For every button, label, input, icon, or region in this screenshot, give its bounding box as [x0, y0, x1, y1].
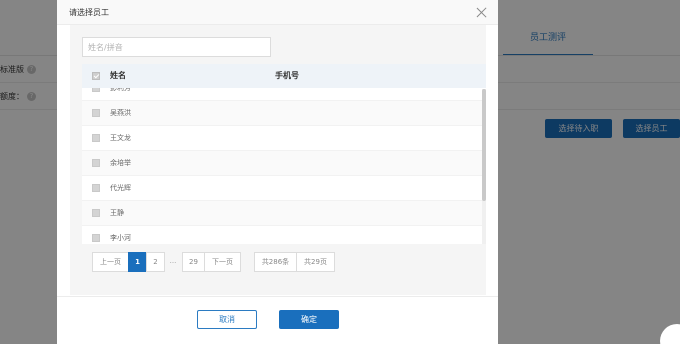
employee-name: 吴燕洪	[110, 109, 131, 117]
row-checkbox[interactable]	[92, 159, 100, 167]
prev-page-button[interactable]: 上一页	[92, 252, 129, 272]
employee-name: 李小河	[110, 234, 131, 242]
table-row[interactable]: 王静	[82, 201, 486, 226]
row-checkbox[interactable]	[92, 88, 100, 92]
dialog-body: 姓名 手机号 彭利芳 吴燕洪 王文龙 余培举	[70, 25, 486, 295]
table-row[interactable]: 王文龙	[82, 126, 486, 151]
table-row[interactable]: 代光辉	[82, 176, 486, 201]
search-input[interactable]	[82, 37, 271, 57]
next-page-button[interactable]: 下一页	[204, 252, 241, 272]
total-records: 共286条	[254, 252, 297, 272]
employee-name: 王文龙	[110, 134, 131, 142]
employee-table: 姓名 手机号 彭利芳 吴燕洪 王文龙 余培举 代光辉 王静 李小河	[82, 64, 486, 244]
row-checkbox[interactable]	[92, 234, 100, 242]
dialog-title: 请选择员工	[69, 8, 109, 17]
employee-name: 余培举	[110, 159, 131, 167]
row-checkbox[interactable]	[92, 209, 100, 217]
employee-name: 代光辉	[110, 184, 131, 192]
employee-name: 彭利芳	[110, 88, 131, 92]
pagination-ellipsis: ...	[169, 257, 177, 265]
page-1-button[interactable]: 1	[128, 252, 147, 272]
total-pages: 共29页	[296, 252, 335, 272]
row-checkbox[interactable]	[92, 184, 100, 192]
last-page-button[interactable]: 29	[182, 252, 205, 272]
table-row[interactable]: 李小河	[82, 226, 486, 244]
pagination: 上一页 1 2 ... 29 下一页 共286条 共29页	[92, 252, 335, 272]
table-row[interactable]: 彭利芳	[82, 88, 486, 101]
table-row[interactable]: 吴燕洪	[82, 101, 486, 126]
select-employee-dialog: 请选择员工 姓名 手机号 彭利芳 吴燕洪 王文	[57, 0, 498, 344]
page-2-button[interactable]: 2	[146, 252, 165, 272]
row-checkbox[interactable]	[92, 134, 100, 142]
table-body: 彭利芳 吴燕洪 王文龙 余培举 代光辉 王静 李小河	[82, 88, 486, 244]
row-checkbox[interactable]	[92, 109, 100, 117]
table-row[interactable]: 余培举	[82, 151, 486, 176]
dialog-header: 请选择员工	[57, 0, 498, 25]
cancel-button[interactable]: 取消	[197, 310, 257, 329]
confirm-button[interactable]: 确定	[279, 310, 339, 329]
table-header: 姓名 手机号	[82, 64, 486, 88]
table-scrollbar-thumb[interactable]	[482, 89, 486, 201]
select-all-checkbox[interactable]	[92, 72, 100, 80]
column-header-name: 姓名	[110, 71, 126, 80]
close-icon[interactable]	[476, 6, 488, 18]
dialog-footer: 取消 确定	[57, 296, 498, 344]
employee-name: 王静	[110, 209, 124, 217]
column-header-phone: 手机号	[275, 71, 299, 80]
